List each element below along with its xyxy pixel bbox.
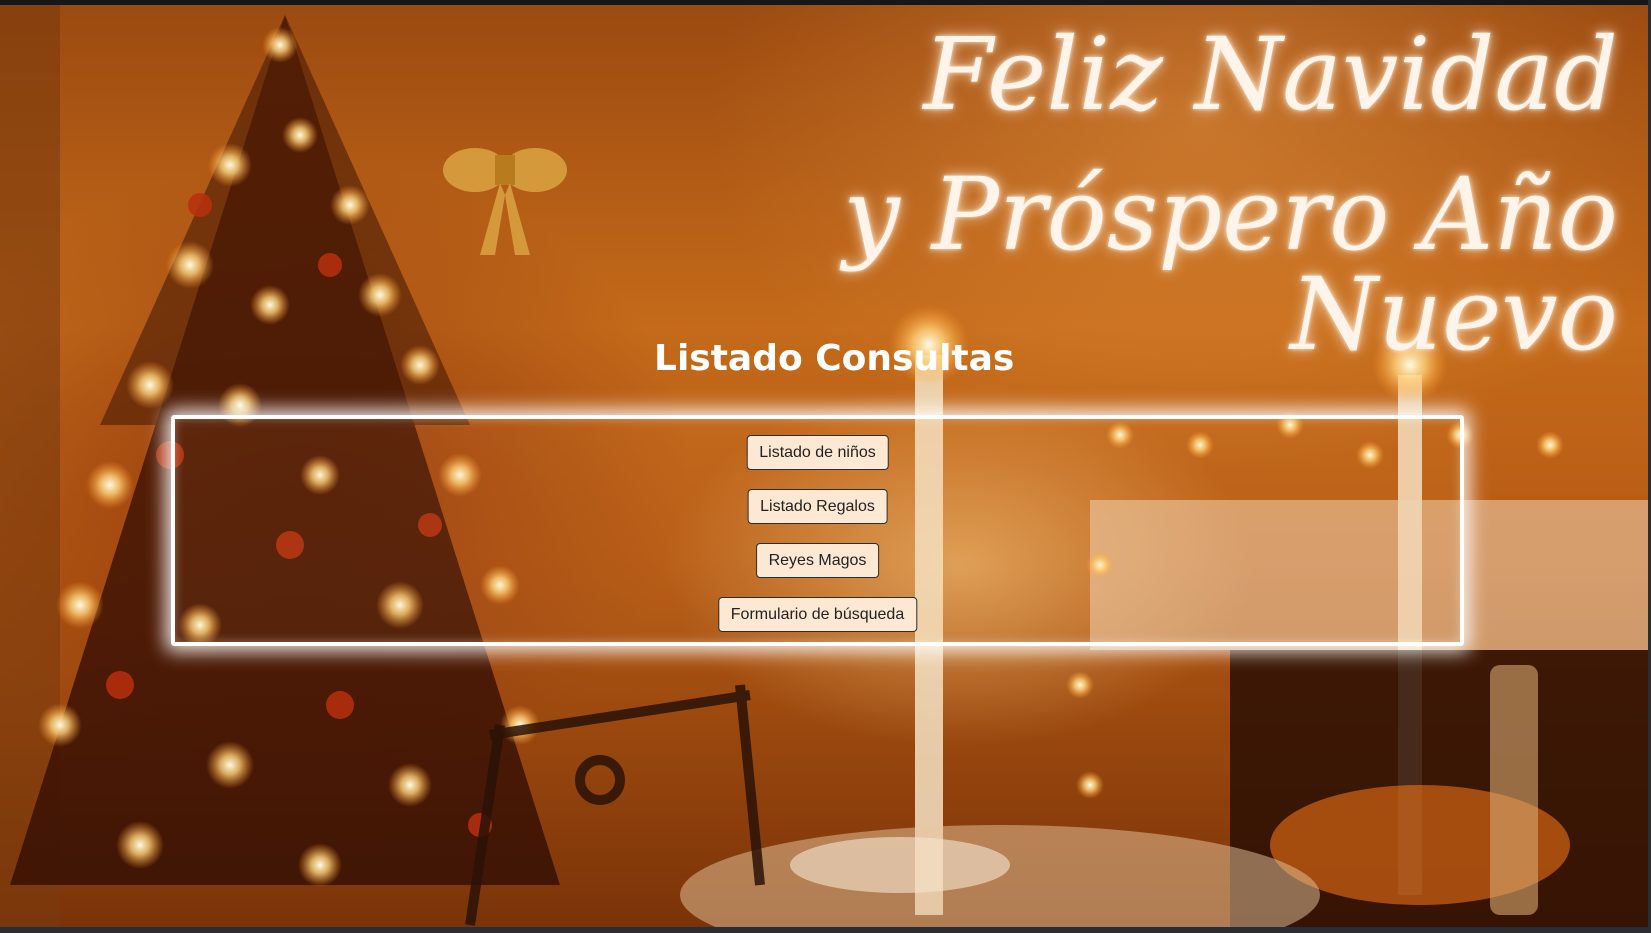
greeting-text: Feliz Navidad y Próspero Año Nuevo — [658, 25, 1618, 365]
greeting-line-1: Feliz Navidad — [923, 16, 1618, 133]
menu-panel: Listado de niños Listado Regalos Reyes M… — [171, 415, 1464, 646]
greeting-line-2: y Próspero Año Nuevo — [843, 156, 1618, 373]
window-bottom-edge — [0, 927, 1651, 933]
children-list-button[interactable]: Listado de niños — [746, 435, 889, 470]
page-title: Listado Consultas — [654, 338, 1015, 379]
gifts-list-button[interactable]: Listado Regalos — [747, 489, 888, 524]
three-kings-button[interactable]: Reyes Magos — [755, 543, 880, 578]
search-form-button[interactable]: Formulario de búsqueda — [717, 597, 918, 632]
